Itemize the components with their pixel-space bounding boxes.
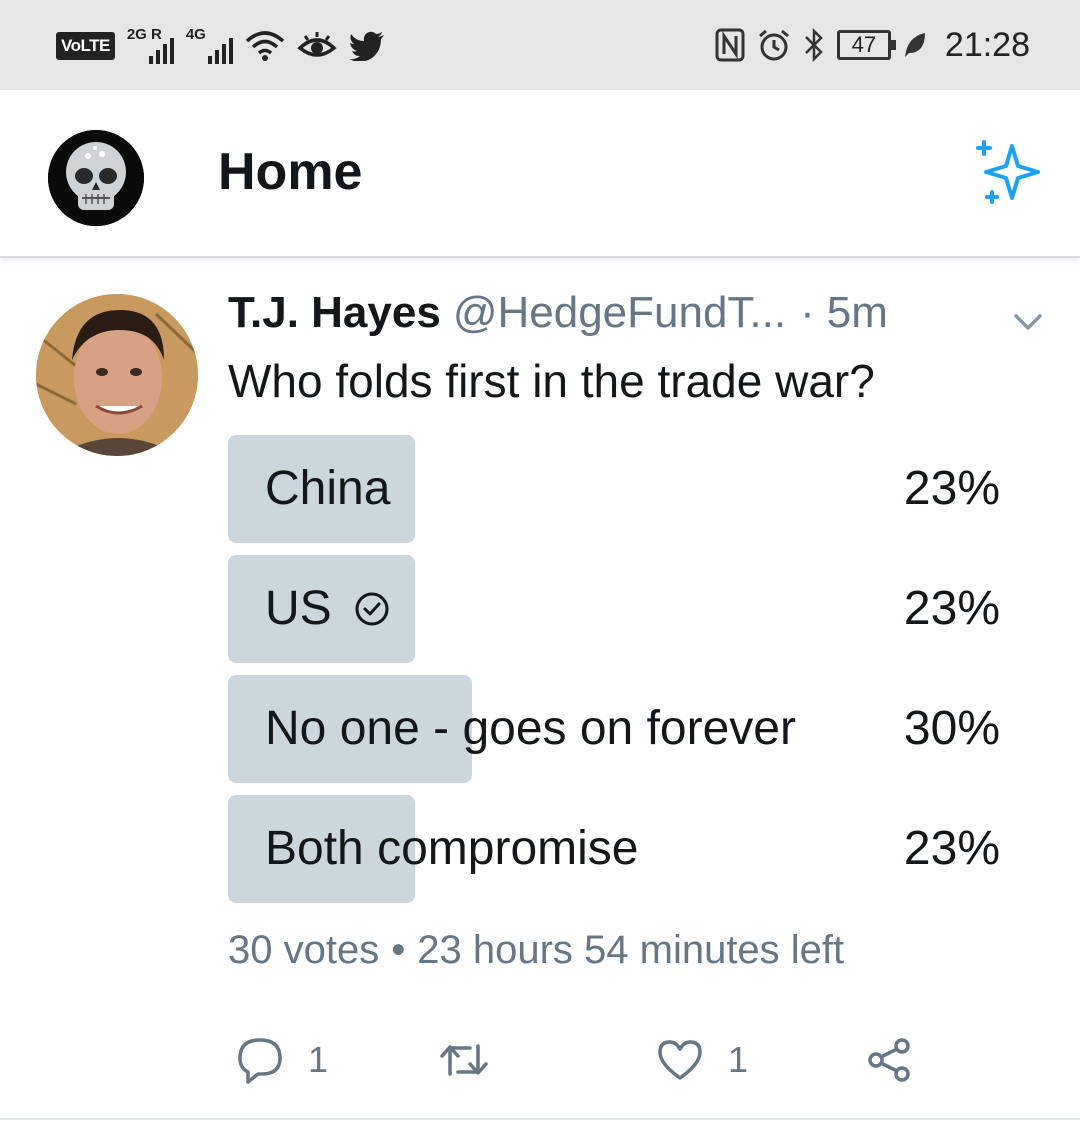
reply-count: 1 (308, 1039, 329, 1080)
poll-time-left: 23 hours 54 minutes left (417, 928, 845, 972)
poll-option-label: Both compromise (265, 822, 639, 875)
poll-option-label: China (265, 462, 391, 515)
author-name[interactable]: T.J. Hayes (228, 288, 441, 338)
avatar-icon[interactable] (48, 130, 144, 226)
app-header: Home (0, 90, 1080, 258)
volte-badge: VoLTE (56, 32, 115, 60)
tweet-time[interactable]: 5m (827, 288, 888, 338)
twitter-bird-icon (348, 31, 384, 61)
status-left: VoLTE 2G R 4G (56, 24, 385, 68)
header-separator: · (800, 288, 815, 337)
network-type-2: 4G (185, 26, 206, 43)
status-time: 21:28 (944, 25, 1030, 64)
share-icon (868, 1038, 910, 1082)
poll-option-china[interactable]: China 23% (228, 435, 1008, 543)
retweet-icon (440, 1044, 488, 1076)
poll-option-percent: 23% (903, 582, 1000, 635)
retweet-button[interactable] (438, 1030, 490, 1090)
poll-option-us[interactable]: US 23% (228, 555, 1008, 663)
poll-option-both[interactable]: Both compromise 23% (228, 795, 1008, 903)
status-right: 47 21:28 (715, 20, 1030, 70)
battery-level: 47 (851, 32, 877, 57)
tweet-header: T.J. Hayes @HedgeFundT... · 5m (228, 288, 888, 348)
avatar[interactable] (36, 294, 198, 456)
author-handle[interactable]: @HedgeFundT... (453, 288, 786, 338)
poll-meta: 30 votes • 23 hours 54 minutes left (228, 928, 844, 973)
poll-option-percent: 23% (903, 462, 1000, 515)
battery-icon: 47 (836, 30, 896, 60)
signal-icon: 2G R (126, 26, 174, 64)
bluetooth-icon (805, 28, 823, 62)
poll: China 23% US 23% No one - goes on foreve… (228, 435, 1008, 915)
chevron-down-icon[interactable] (1010, 306, 1046, 336)
like-icon (658, 1040, 702, 1080)
status-bar: VoLTE 2G R 4G 47 21:28 (0, 0, 1080, 90)
sparkle-icon[interactable] (968, 134, 1048, 214)
network-type-1: 2G R (126, 26, 162, 43)
poll-option-percent: 23% (903, 822, 1000, 875)
wifi-icon (245, 31, 284, 61)
signal-icon: 4G (185, 26, 233, 64)
reply-button[interactable]: 1 (234, 1030, 328, 1090)
like-count: 1 (728, 1039, 749, 1080)
leaf-icon (904, 33, 925, 57)
divider (0, 1118, 1080, 1120)
poll-option-label: No one - goes on forever (265, 702, 796, 755)
eye-icon (297, 32, 337, 57)
poll-votes: 30 votes (228, 928, 380, 972)
reply-icon (238, 1038, 282, 1084)
share-button[interactable] (864, 1030, 916, 1090)
poll-option-label: US (265, 555, 390, 663)
tweet-text: Who folds first in the trade war? (228, 355, 875, 407)
check-circle-icon (355, 592, 389, 626)
tweet-actions: 1 1 (228, 1030, 948, 1090)
poll-option-no-one[interactable]: No one - goes on forever 30% (228, 675, 1008, 783)
poll-meta-separator: • (391, 928, 406, 972)
page-title: Home (218, 143, 363, 201)
poll-option-percent: 30% (903, 702, 1000, 755)
like-button[interactable]: 1 (654, 1030, 748, 1090)
nfc-icon (715, 28, 745, 62)
alarm-icon (758, 29, 789, 61)
